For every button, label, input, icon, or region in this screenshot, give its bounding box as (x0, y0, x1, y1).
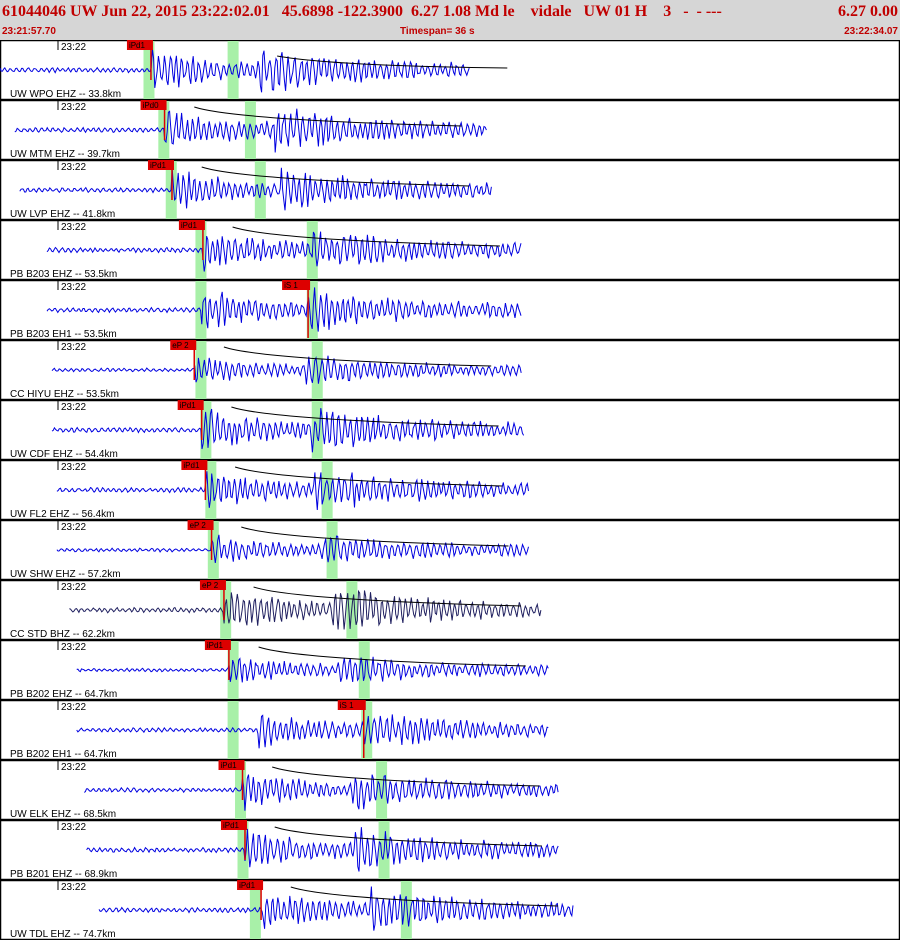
trace-panel[interactable]: 23:22 iPd0 UW MTM EHZ -- 39.7km (0, 99, 900, 161)
trace-panel[interactable]: 23:22 eP 2 CC HIYU EHZ -- 53.5km (0, 339, 900, 401)
p-pick-label: eP 2 (172, 341, 189, 350)
station-label: PB B202 EHZ -- 64.7km (10, 689, 117, 700)
time-label: 23:22 (61, 762, 86, 773)
time-label: 23:22 (61, 162, 86, 173)
phase-window (244, 101, 256, 159)
event-header: 61044046 UW Jun 22, 2015 23:22:02.01 45.… (0, 0, 900, 40)
station-label: UW MTM EHZ -- 39.7km (10, 149, 120, 160)
timespan-label: Timespan= 36 s (400, 26, 475, 37)
time-label: 23:22 (61, 402, 86, 413)
s-pick-label: iS 1 (340, 701, 354, 710)
start-time: 23:21:57.70 (2, 26, 56, 37)
station-label: UW TDL EHZ -- 74.7km (10, 929, 116, 940)
time-label: 23:22 (61, 522, 86, 533)
p-pick-label: iPd1 (150, 161, 167, 170)
trace-panel[interactable]: 23:22 iPd1 UW ELK EHZ -- 68.5km (0, 759, 900, 821)
station-label: UW WPO EHZ -- 33.8km (10, 89, 121, 100)
time-label: 23:22 (61, 462, 86, 473)
station-label: UW SHW EHZ -- 57.2km (10, 569, 121, 580)
trace-panel[interactable]: 23:22 iPd1 UW CDF EHZ -- 54.4km (0, 399, 900, 461)
p-pick-label: iPd1 (129, 41, 146, 50)
time-label: 23:22 (61, 702, 86, 713)
p-pick-label: iPd1 (221, 761, 238, 770)
seismogram-canvas[interactable]: 23:22 iPd1 UW WPO EHZ -- 33.8km 23:22 iPd0 UW… (0, 40, 900, 940)
trace-panel[interactable]: 23:22 iPd1 UW TDL EHZ -- 74.7km (0, 879, 900, 940)
trace-panel[interactable]: 23:22 iPd1 UW LVP EHZ -- 41.8km (0, 159, 900, 221)
station-label: UW LVP EHZ -- 41.8km (10, 209, 115, 220)
station-label: PB B203 EH1 -- 53.5km (10, 329, 117, 340)
time-label: 23:22 (61, 42, 86, 53)
station-label: PB B201 EHZ -- 68.9km (10, 869, 117, 880)
p-pick-label: iPd1 (180, 401, 197, 410)
station-label: PB B203 EHZ -- 53.5km (10, 269, 117, 280)
trace-panel[interactable]: 23:22 iPd1 PB B201 EHZ -- 68.9km (0, 819, 900, 881)
p-pick-label: eP 2 (190, 521, 207, 530)
s-pick-label: iS 1 (284, 281, 298, 290)
time-label: 23:22 (61, 282, 86, 293)
event-right-value: 6.27 0.00 (838, 3, 898, 20)
trace-panel[interactable]: 23:22 iPd1 PB B202 EHZ -- 64.7km (0, 639, 900, 701)
time-label: 23:22 (61, 642, 86, 653)
panel-frame (0, 579, 900, 641)
trace-panel[interactable]: 23:22 iS 1 PB B202 EH1 -- 64.7km (0, 699, 900, 761)
time-label: 23:22 (61, 342, 86, 353)
trace-panel[interactable]: 23:22 iS 1 PB B203 EH1 -- 53.5km (0, 279, 900, 341)
seismogram-panels[interactable]: 23:22 iPd1 UW WPO EHZ -- 33.8km 23:22 iPd0 UW… (0, 40, 900, 940)
station-label: UW FL2 EHZ -- 56.4km (10, 509, 114, 520)
time-label: 23:22 (61, 222, 86, 233)
phase-window (376, 761, 388, 819)
p-pick-label: iPd0 (143, 101, 160, 110)
trace-panel[interactable]: 23:22 eP 2 UW SHW EHZ -- 57.2km (0, 519, 900, 581)
station-label: CC HIYU EHZ -- 53.5km (10, 389, 119, 400)
station-label: UW CDF EHZ -- 54.4km (10, 449, 118, 460)
p-pick-label: iPd1 (181, 221, 198, 230)
station-label: CC STD BHZ -- 62.2km (10, 629, 115, 640)
trace-panel[interactable]: 23:22 iPd1 UW WPO EHZ -- 33.8km (0, 40, 900, 101)
p-pick-label: iPd1 (207, 641, 224, 650)
panel-frame (0, 399, 900, 461)
end-time: 23:22:34.07 (844, 26, 898, 37)
time-label: 23:22 (61, 882, 86, 893)
panel-frame (0, 819, 900, 881)
time-label: 23:22 (61, 822, 86, 833)
p-pick-label: iPd1 (239, 881, 256, 890)
panel-frame (0, 339, 900, 401)
time-label: 23:22 (61, 582, 86, 593)
phase-window (195, 341, 207, 399)
p-pick-label: iPd1 (223, 821, 240, 830)
event-info-line: 61044046 UW Jun 22, 2015 23:22:02.01 45.… (2, 3, 722, 20)
p-pick-label: iPd1 (183, 461, 200, 470)
station-label: PB B202 EH1 -- 64.7km (10, 749, 117, 760)
p-pick-label: eP 2 (202, 581, 219, 590)
time-label: 23:22 (61, 102, 86, 113)
trace-panel[interactable]: 23:22 eP 2 CC STD BHZ -- 62.2km (0, 579, 900, 641)
panel-frame (0, 159, 900, 221)
trace-panel[interactable]: 23:22 iPd1 PB B203 EHZ -- 53.5km (0, 219, 900, 281)
station-label: UW ELK EHZ -- 68.5km (10, 809, 116, 820)
trace-panel[interactable]: 23:22 iPd1 UW FL2 EHZ -- 56.4km (0, 459, 900, 521)
